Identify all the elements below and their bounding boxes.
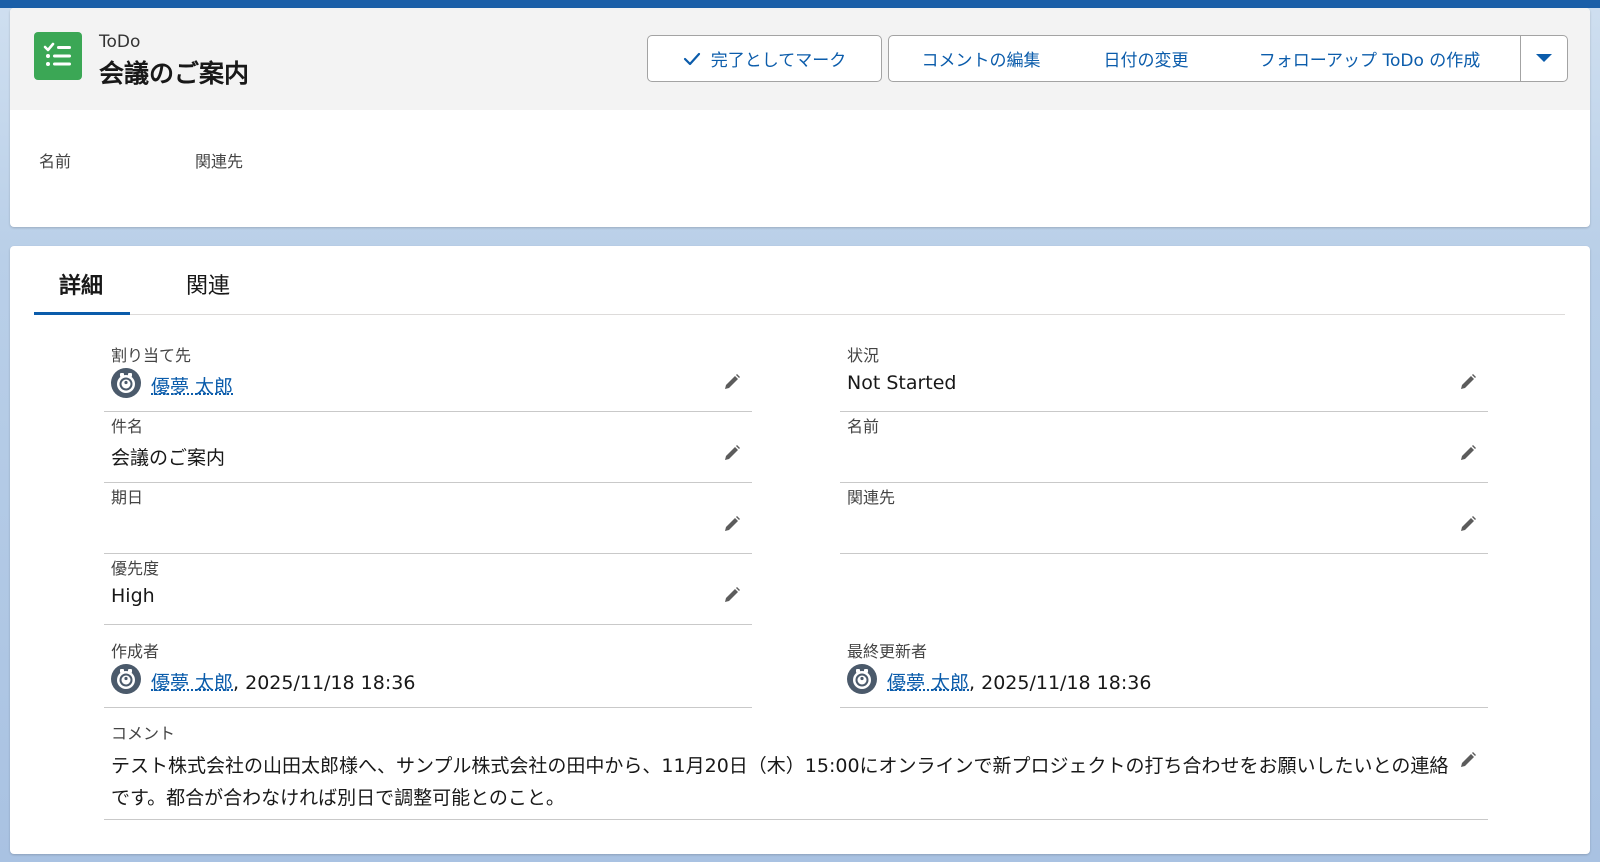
user-avatar-icon (111, 368, 141, 398)
created-by-value: 優夢 太郎, 2025/11/18 18:36 (151, 668, 415, 695)
user-avatar-icon (111, 664, 141, 694)
pencil-icon[interactable] (1458, 443, 1478, 467)
pencil-icon[interactable] (722, 443, 742, 467)
pencil-icon[interactable] (722, 514, 742, 538)
create-followup-label: フォローアップ ToDo の作成 (1258, 51, 1481, 71)
pencil-icon[interactable] (722, 585, 742, 609)
field-last-modified-by: 最終更新者 優夢 太郎, 2025/11/18 18:36 (840, 638, 1488, 708)
change-date-label: 日付の変更 (1103, 51, 1189, 71)
pencil-icon[interactable] (1458, 514, 1478, 538)
create-followup-button[interactable]: フォローアップ ToDo の作成 (1219, 35, 1521, 82)
last-modified-by-date: , 2025/11/18 18:36 (969, 672, 1152, 694)
edit-comment-button[interactable]: コメントの編集 (888, 35, 1074, 82)
field-related-to: 関連先 (840, 484, 1488, 554)
comment-value: テスト株式会社の山田太郎様へ、サンプル株式会社の田中から、11月20日（木）15… (111, 755, 1449, 809)
change-date-button[interactable]: 日付の変更 (1073, 35, 1220, 82)
tab-related[interactable]: 関連 (186, 268, 230, 300)
field-status: 状況 Not Started (840, 342, 1488, 412)
priority-label: 優先度 (111, 559, 160, 578)
assigned-to-label: 割り当て先 (111, 346, 192, 365)
field-created-by: 作成者 優夢 太郎, 2025/11/18 18:36 (104, 638, 752, 708)
field-priority: 優先度 High (104, 555, 752, 625)
mark-complete-label: 完了としてマーク (710, 51, 847, 71)
last-modified-by-value: 優夢 太郎, 2025/11/18 18:36 (887, 668, 1151, 695)
field-name: 名前 (840, 413, 1488, 483)
assigned-to-user-link[interactable]: 優夢 太郎 (151, 372, 233, 399)
field-due-date: 期日 (104, 484, 752, 554)
active-tab-indicator (34, 312, 130, 315)
status-value: Not Started (847, 372, 957, 394)
record-header: ToDo 会議のご案内 完了としてマーク コメントの編集 日付の変更 フォローア… (10, 8, 1590, 227)
tab-bar: 詳細 関連 (34, 246, 1565, 315)
page-title: 会議のご案内 (99, 59, 250, 88)
priority-value: High (111, 585, 155, 607)
pencil-icon[interactable] (1458, 750, 1478, 774)
more-actions-button[interactable] (1520, 35, 1568, 82)
created-by-user-link[interactable]: 優夢 太郎 (151, 672, 233, 694)
highlight-name-label: 名前 (39, 152, 72, 171)
mark-complete-button[interactable]: 完了としてマーク (647, 35, 882, 82)
top-strip (0, 0, 1600, 8)
highlight-related-label: 関連先 (195, 152, 244, 171)
todo-icon (34, 32, 82, 80)
pencil-icon[interactable] (1458, 372, 1478, 396)
field-comment: コメント テスト株式会社の山田太郎様へ、サンプル株式会社の田中から、11月20日… (104, 720, 1488, 820)
status-label: 状況 (847, 346, 880, 365)
name-label: 名前 (847, 417, 880, 436)
chevron-down-icon (1535, 49, 1553, 69)
object-type-label: ToDo (99, 32, 141, 52)
tab-details[interactable]: 詳細 (59, 268, 103, 300)
subject-label: 件名 (111, 417, 144, 436)
comment-label: コメント (111, 724, 176, 743)
last-modified-by-label: 最終更新者 (847, 642, 928, 661)
created-by-date: , 2025/11/18 18:36 (233, 672, 416, 694)
subject-value: 会議のご案内 (111, 447, 226, 469)
last-modified-by-user-link[interactable]: 優夢 太郎 (887, 672, 969, 694)
field-subject: 件名 会議のご案内 (104, 413, 752, 483)
field-assigned-to: 割り当て先 優夢 太郎 (104, 342, 752, 412)
header-top: ToDo 会議のご案内 完了としてマーク コメントの編集 日付の変更 フォローア… (10, 8, 1590, 110)
edit-comment-label: コメントの編集 (921, 51, 1041, 71)
detail-card: 詳細 関連 割り当て先 優夢 太郎 状況 Not Started 件名 会議のご… (10, 246, 1590, 854)
related-to-label: 関連先 (847, 488, 896, 507)
pencil-icon[interactable] (722, 372, 742, 396)
user-avatar-icon (847, 664, 877, 694)
created-by-label: 作成者 (111, 642, 160, 661)
due-date-label: 期日 (111, 488, 144, 507)
check-icon (683, 52, 701, 66)
